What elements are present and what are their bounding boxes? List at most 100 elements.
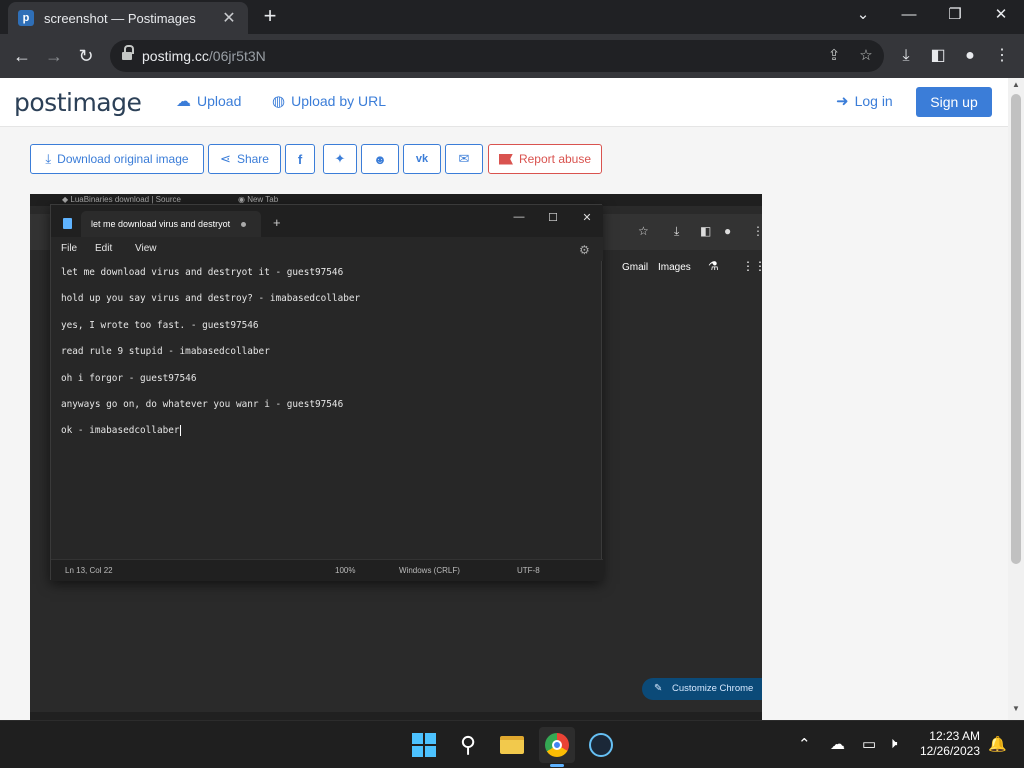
scroll-up-icon[interactable]: ▲ [1011,80,1021,89]
notepad-settings-icon: ⚙ [579,243,590,257]
postimage-logo[interactable]: postimage [14,88,142,117]
report-abuse-button[interactable]: Report abuse [488,144,602,174]
download-original-button[interactable]: ⤓ Download original image [30,144,204,174]
cursor-position: Ln 13, Col 22 [65,566,113,575]
login-link[interactable]: ➜ Log in [836,92,893,110]
text-line: yes, I wrote too fast. - guest97546 [61,319,259,331]
windows-taskbar: ⚲ ⌃ ☁ ▭ 🕨 12:23 AM 12/26/2023 🔔 [0,720,1024,768]
login-icon: ➜ [836,93,849,110]
facebook-share-button[interactable]: f [285,144,315,174]
facebook-icon: f [297,151,303,167]
volume-muted-icon[interactable]: 🕨 [888,735,897,752]
forward-icon[interactable]: → [42,44,66,68]
text-line: let me download virus and destryot it - … [61,267,344,278]
new-tab-button[interactable]: + [258,4,282,28]
customize-label: Customize Chrome [672,683,754,694]
text-line: anyways go on, do whatever you wanr i - … [61,398,344,410]
share-button[interactable]: ⋖ Share [208,144,281,174]
encoding: UTF-8 [517,566,540,575]
uploaded-image[interactable]: ◆ LuaBinaries download | Source ◉ New Ta… [30,194,762,720]
browser-titlebar: p screenshot — Postimages ✕ + ⌄ — ❐ ✕ [0,0,1024,34]
scroll-thumb[interactable] [1011,94,1021,564]
reddit-share-button[interactable]: ☻ [361,144,399,174]
upload-by-url-link[interactable]: ◍ Upload by URL [272,92,386,110]
image-labs-icon: ⚗ [708,259,719,273]
address-bar[interactable]: postimg.cc/06jr5t3N ⇪ ☆ [110,40,884,72]
notepad-text-area: let me download virus and destryot it - … [61,267,591,452]
windows-logo-icon [412,733,436,757]
search-icon[interactable]: ⚲ [450,727,486,763]
close-window-button[interactable]: ✕ [978,0,1024,30]
unsaved-dot-icon [241,222,246,227]
text-line: read rule 9 stupid - imabasedcollaber [61,346,270,358]
maximize-button[interactable]: ❐ [932,0,978,30]
globe-icon: ◍ [272,93,286,110]
upload-label: Upload [197,93,242,109]
image-apps-icon: ⋮⋮ [742,259,762,273]
menu-icon[interactable]: ⋮ [990,44,1014,68]
text-line-last: ok - imabasedcollaber [61,425,591,451]
lock-icon[interactable] [122,45,134,61]
url-text: postimg.cc/06jr5t3N [142,48,266,64]
bookmark-star-icon[interactable]: ☆ [856,46,876,66]
notepad-close-icon: ✕ [582,212,592,224]
side-panel-icon[interactable]: ◧ [926,44,950,68]
profile-icon[interactable]: ● [958,44,982,68]
logo-suffix: image [66,88,142,117]
share-label: Share [236,152,269,166]
image-sidepanel-icon: ◧ [700,224,712,238]
notepad-maximize-icon: ☐ [548,212,558,224]
download-icon[interactable]: ⤓ [894,44,918,68]
chrome-active-indicator [550,764,564,767]
image-images-link: Images [658,262,691,273]
tab-search-icon[interactable]: ⌄ [840,0,886,30]
email-share-button[interactable]: ✉ [445,144,483,174]
line-ending: Windows (CRLF) [399,566,460,575]
envelope-icon: ✉ [458,151,470,166]
text-line: hold up you say virus and destroy? - ima… [61,293,361,305]
show-hidden-icons-icon[interactable]: ⌃ [798,735,811,753]
upload-link[interactable]: ☁ Upload [176,92,241,110]
start-button[interactable] [406,727,442,763]
vk-share-button[interactable]: vk [403,144,441,174]
notepad-icon [63,218,72,229]
notepad-menu-file: File [61,243,78,254]
browser-tab[interactable]: p screenshot — Postimages ✕ [8,2,248,34]
minimize-button[interactable]: — [886,0,932,30]
back-icon[interactable]: ← [10,44,34,68]
flag-icon [498,153,513,165]
image-tab-1-title: LuaBinaries download | Source [70,195,181,204]
reload-icon[interactable]: ↻ [74,44,98,68]
image-customize-chrome: ✎ Customize Chrome [642,678,762,700]
twitter-icon: ✦ [334,151,346,166]
network-icon[interactable]: ▭ [862,735,876,753]
taskbar-clock[interactable]: 12:23 AM 12/26/2023 [916,729,980,759]
close-tab-icon[interactable]: ✕ [220,8,238,28]
last-line-text: ok - imabasedcollaber [61,425,180,437]
image-menu-icon: ⋮ [752,224,762,238]
image-bottom-strip [30,712,762,720]
vk-icon: vk [415,153,429,165]
image-tab-2-title: New Tab [247,195,279,204]
image-tab-1: ◆ LuaBinaries download | Source [62,195,181,204]
image-toolbar-icons: ☆ ⤓ ◧ ● ⋮ [600,214,762,250]
page-scrollbar[interactable]: ▲ ▼ [1008,78,1024,720]
zoom-level: 100% [335,566,356,575]
file-explorer-icon[interactable] [494,727,530,763]
scroll-down-icon[interactable]: ▼ [1011,704,1021,713]
url-host: postimg.cc [142,48,209,64]
image-profile-icon: ● [724,224,732,238]
share-page-icon[interactable]: ⇪ [824,46,844,66]
login-label: Log in [854,93,893,109]
notification-bell-icon[interactable]: 🔔 [988,735,1007,753]
clock-date: 12/26/2023 [919,744,980,758]
twitter-share-button[interactable]: ✦ [323,144,357,174]
download-icon: ⤓ [45,151,52,166]
cloud-offline-icon[interactable]: ☁ [830,735,845,753]
notepad-tab-title: let me download virus and destryot [81,211,261,237]
signup-button[interactable]: Sign up [916,87,992,117]
screen: { "browser": { "tab_title": "screenshot … [0,0,1024,768]
steam-icon[interactable] [583,727,619,763]
logo-prefix: post [14,88,67,117]
chrome-icon[interactable] [539,727,575,763]
